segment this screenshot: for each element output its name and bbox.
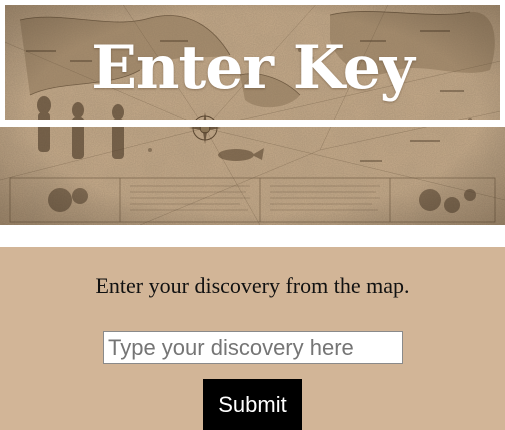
submit-button[interactable]: Submit bbox=[203, 379, 302, 430]
map-banner: Enter Key bbox=[0, 0, 505, 225]
page-title: Enter Key bbox=[91, 33, 415, 103]
banner-divider bbox=[0, 120, 505, 127]
enter-key-page: Enter Key Enter your discovery from the … bbox=[0, 0, 505, 430]
form-prompt: Enter your discovery from the map. bbox=[95, 273, 410, 298]
discovery-input[interactable] bbox=[103, 331, 403, 364]
banner-top-border bbox=[0, 0, 505, 5]
